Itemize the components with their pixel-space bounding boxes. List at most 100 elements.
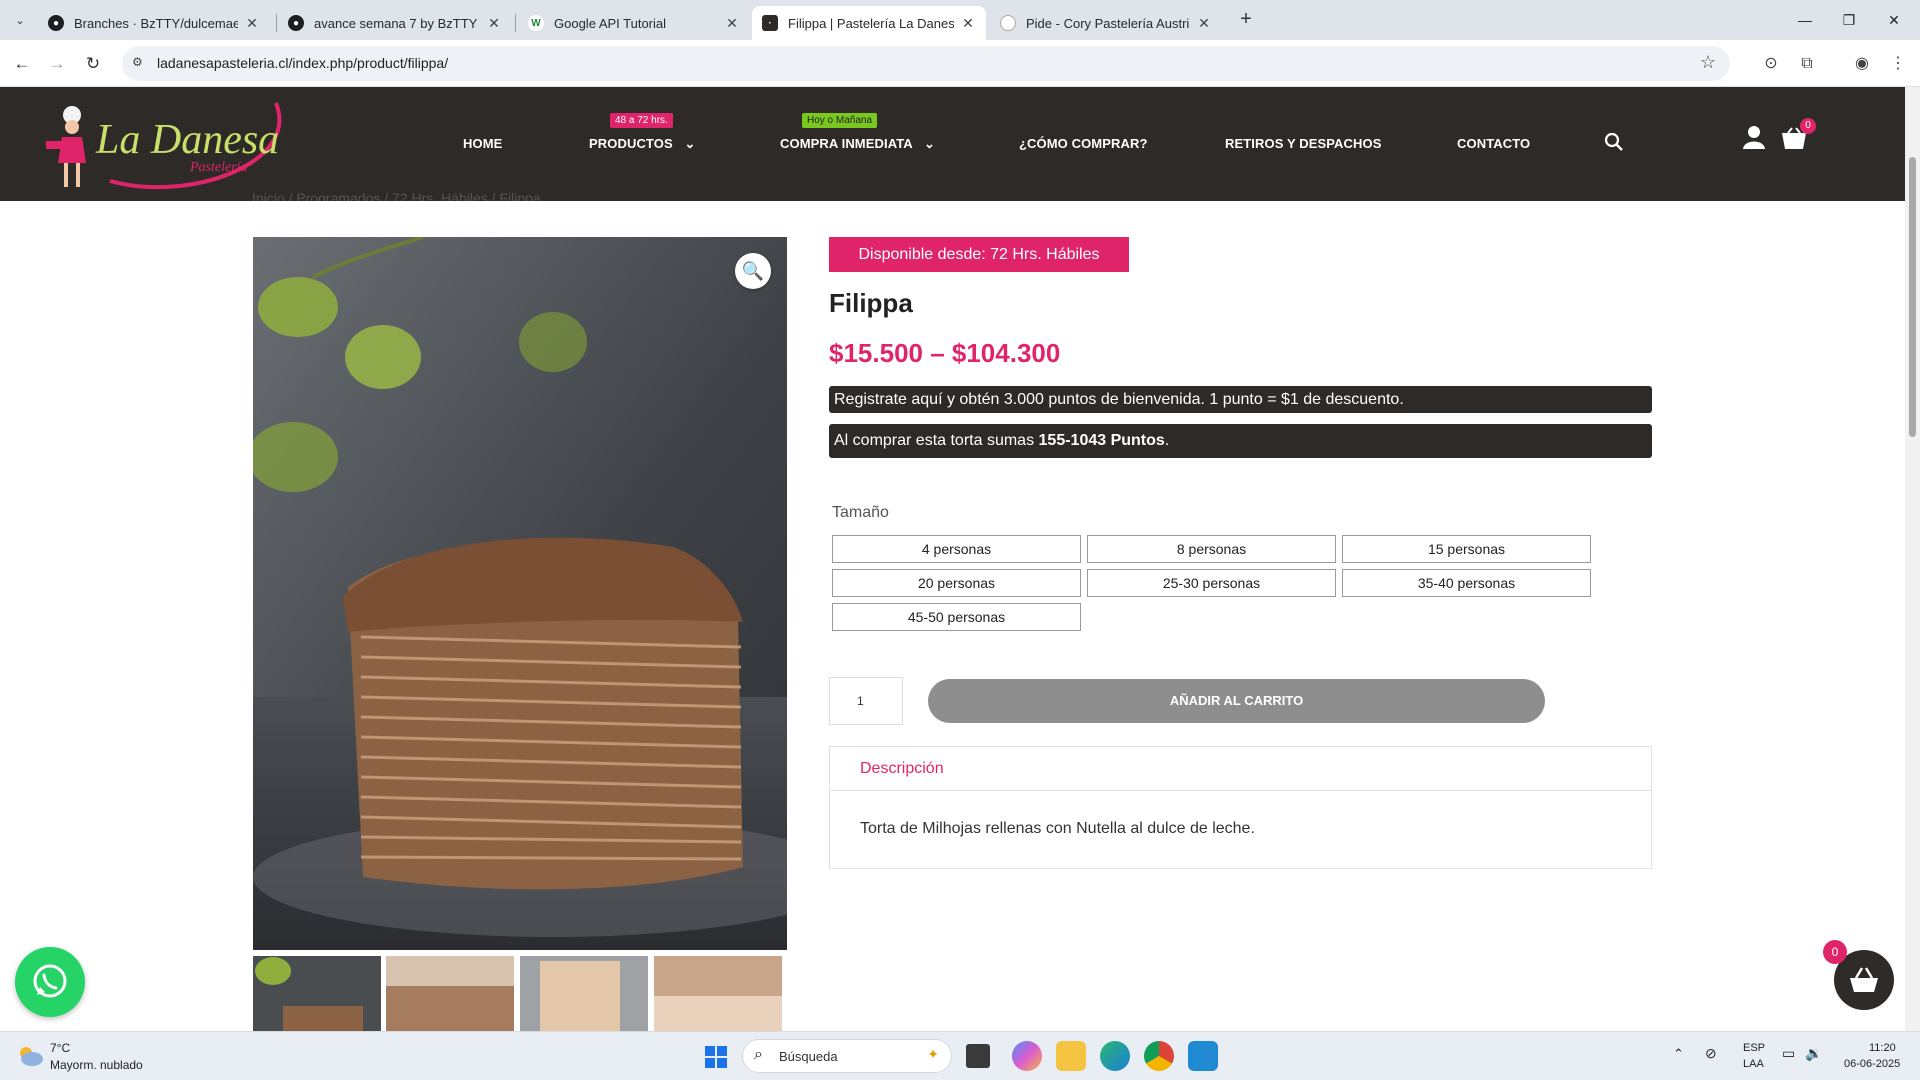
profile-icon[interactable]: ◉ — [1848, 50, 1876, 78]
display-icon[interactable]: ▭ — [1782, 1045, 1795, 1062]
description-panel: Descripción Torta de Milhojas rellenas c… — [829, 746, 1652, 869]
quantity-input[interactable]: 1 — [829, 677, 903, 725]
weather-description[interactable]: Mayorm. nublado — [50, 1058, 143, 1072]
weather-temperature[interactable]: 7°C — [50, 1041, 70, 1055]
tab-separator — [276, 14, 277, 32]
chrome-icon[interactable] — [1144, 1041, 1174, 1071]
size-option-25-30[interactable]: 25-30 personas — [1087, 569, 1336, 597]
whatsapp-button[interactable] — [15, 947, 85, 1017]
tab-google-api[interactable]: W Google API Tutorial ✕ — [518, 6, 750, 40]
close-icon[interactable]: ✕ — [244, 15, 260, 32]
vscode-icon[interactable] — [1188, 1041, 1218, 1071]
availability-badge: Disponible desde: 72 Hrs. Hábiles — [829, 237, 1129, 272]
nav-compra-inmediata[interactable]: COMPRA INMEDIATA ⌄ — [780, 136, 935, 152]
divider — [830, 790, 1651, 791]
tab-filippa[interactable]: · Filippa | Pastelería La Danesa ✕ — [752, 6, 986, 40]
github-icon: ● — [48, 15, 64, 31]
scrollbar-thumb[interactable] — [1909, 157, 1916, 437]
address-bar[interactable]: ⚙ ladanesapasteleria.cl/index.php/produc… — [122, 46, 1730, 81]
product-thumbnail-3[interactable] — [520, 956, 648, 1032]
cake-photo — [253, 237, 787, 950]
language-secondary[interactable]: LAA — [1743, 1058, 1764, 1070]
globe-icon — [1000, 15, 1016, 31]
chevron-down-icon: ⌄ — [924, 136, 936, 151]
browser-menu-icon[interactable]: ⋮ — [1884, 50, 1912, 78]
thumbnail-image — [386, 956, 514, 1032]
size-option-8[interactable]: 8 personas — [1087, 535, 1336, 563]
size-option-20[interactable]: 20 personas — [832, 569, 1081, 597]
minimize-button[interactable]: — — [1783, 6, 1827, 34]
clock-date[interactable]: 06-06-2025 — [1844, 1058, 1900, 1070]
nav-home[interactable]: HOME — [463, 136, 502, 151]
tab-separator — [515, 14, 516, 32]
account-icon[interactable] — [1742, 124, 1766, 150]
weather-cloud-icon[interactable] — [16, 1044, 44, 1068]
site-favicon-icon: · — [762, 15, 778, 31]
nav-como-comprar[interactable]: ¿CÓMO COMPRAR? — [1019, 136, 1148, 151]
bookmark-star-icon[interactable]: ☆ — [1700, 52, 1716, 73]
close-icon[interactable]: ✕ — [486, 15, 502, 32]
product-price: $15.500 – $104.300 — [829, 338, 1061, 368]
nav-productos-badge: 48 a 72 hrs. — [610, 113, 673, 128]
product-thumbnail-4[interactable] — [654, 956, 782, 1032]
chevron-down-icon: ⌄ — [684, 136, 696, 151]
product-title: Filippa — [829, 288, 913, 318]
thumbnail-image — [654, 956, 782, 1032]
search-icon: ⌕ — [754, 1046, 763, 1063]
tab-github-avance[interactable]: ● avance semana 7 by BzTTY · Pu ✕ — [278, 6, 512, 40]
back-button[interactable]: ← — [8, 50, 36, 78]
tab-description[interactable]: Descripción — [860, 760, 944, 778]
language-primary[interactable]: ESP — [1743, 1042, 1765, 1054]
nav-productos[interactable]: PRODUCTOS ⌄ — [589, 136, 695, 152]
windows-start-icon[interactable] — [704, 1045, 728, 1069]
close-icon[interactable]: ✕ — [960, 15, 976, 32]
file-explorer-icon[interactable] — [1056, 1041, 1086, 1071]
copilot-icon[interactable] — [1012, 1041, 1042, 1071]
size-option-45-50[interactable]: 45-50 personas — [832, 603, 1081, 631]
clock-time[interactable]: 11:20 — [1869, 1042, 1896, 1054]
tab-github-branches[interactable]: ● Branches · BzTTY/dulcemae ✕ — [38, 6, 270, 40]
forward-button[interactable]: → — [43, 50, 71, 78]
extensions-puzzle-icon[interactable]: ⧉ — [1793, 50, 1821, 78]
size-option-4[interactable]: 4 personas — [832, 535, 1081, 563]
page-scrollbar[interactable] — [1905, 87, 1920, 1031]
product-thumbnail-1[interactable] — [253, 956, 381, 1032]
nav-retiros-despachos[interactable]: RETIROS Y DESPACHOS — [1225, 136, 1382, 151]
tray-chevron-icon[interactable]: ⌃ — [1673, 1046, 1684, 1062]
tab-search-chevron-icon[interactable]: ⌄ — [8, 8, 32, 32]
register-promo-bar[interactable]: Registrate aquí y obtén 3.000 puntos de … — [829, 386, 1652, 413]
add-to-cart-button[interactable]: AÑADIR AL CARRITO — [928, 679, 1545, 723]
url-text[interactable]: ladanesapasteleria.cl/index.php/product/… — [157, 55, 448, 71]
close-icon[interactable]: ✕ — [724, 15, 740, 32]
product-thumbnail-2[interactable] — [386, 956, 514, 1032]
site-settings-icon[interactable]: ⚙ — [132, 55, 143, 69]
breadcrumb: Inicio / Programados / 72 Hrs. Hábiles /… — [252, 190, 541, 201]
la-danesa-logo[interactable]: La Danesa Pastelería — [40, 93, 290, 193]
window-close-button[interactable]: ✕ — [1872, 6, 1916, 34]
reload-button[interactable]: ↻ — [79, 50, 107, 78]
thumbnail-image — [520, 956, 648, 1032]
product-main-image[interactable] — [253, 237, 787, 950]
size-option-35-40[interactable]: 35-40 personas — [1342, 569, 1591, 597]
size-option-15[interactable]: 15 personas — [1342, 535, 1591, 563]
network-icon[interactable]: ⊘ — [1705, 1045, 1717, 1062]
points-value: 155-1043 Puntos — [1038, 432, 1165, 449]
extension-icon[interactable]: ⊙ — [1757, 50, 1785, 78]
thumbnail-image — [253, 956, 381, 1032]
tab-cory[interactable]: Pide - Cory Pastelería Austriaca ✕ — [990, 6, 1222, 40]
taskbar-search[interactable]: ⌕ Búsqueda ✦ — [742, 1039, 952, 1073]
description-text: Torta de Milhojas rellenas con Nutella a… — [860, 820, 1255, 837]
new-tab-button[interactable]: + — [1234, 8, 1258, 32]
browser-tab-bar: ⌄ ● Branches · BzTTY/dulcemae ✕ ● avance… — [0, 0, 1920, 40]
task-view-icon[interactable] — [966, 1044, 990, 1068]
floating-cart-count: 0 — [1823, 940, 1847, 964]
nav-contacto[interactable]: CONTACTO — [1457, 136, 1530, 151]
volume-icon[interactable]: 🔉 — [1805, 1045, 1822, 1062]
svg-text:Pastelería: Pastelería — [189, 160, 248, 175]
close-icon[interactable]: ✕ — [1196, 15, 1212, 32]
search-icon[interactable] — [1604, 132, 1624, 152]
points-info-bar: Al comprar esta torta sumas 155-1043 Pun… — [829, 424, 1652, 458]
restore-button[interactable]: ❐ — [1827, 6, 1871, 34]
zoom-icon[interactable]: 🔍 — [735, 253, 771, 289]
edge-icon[interactable] — [1100, 1041, 1130, 1071]
